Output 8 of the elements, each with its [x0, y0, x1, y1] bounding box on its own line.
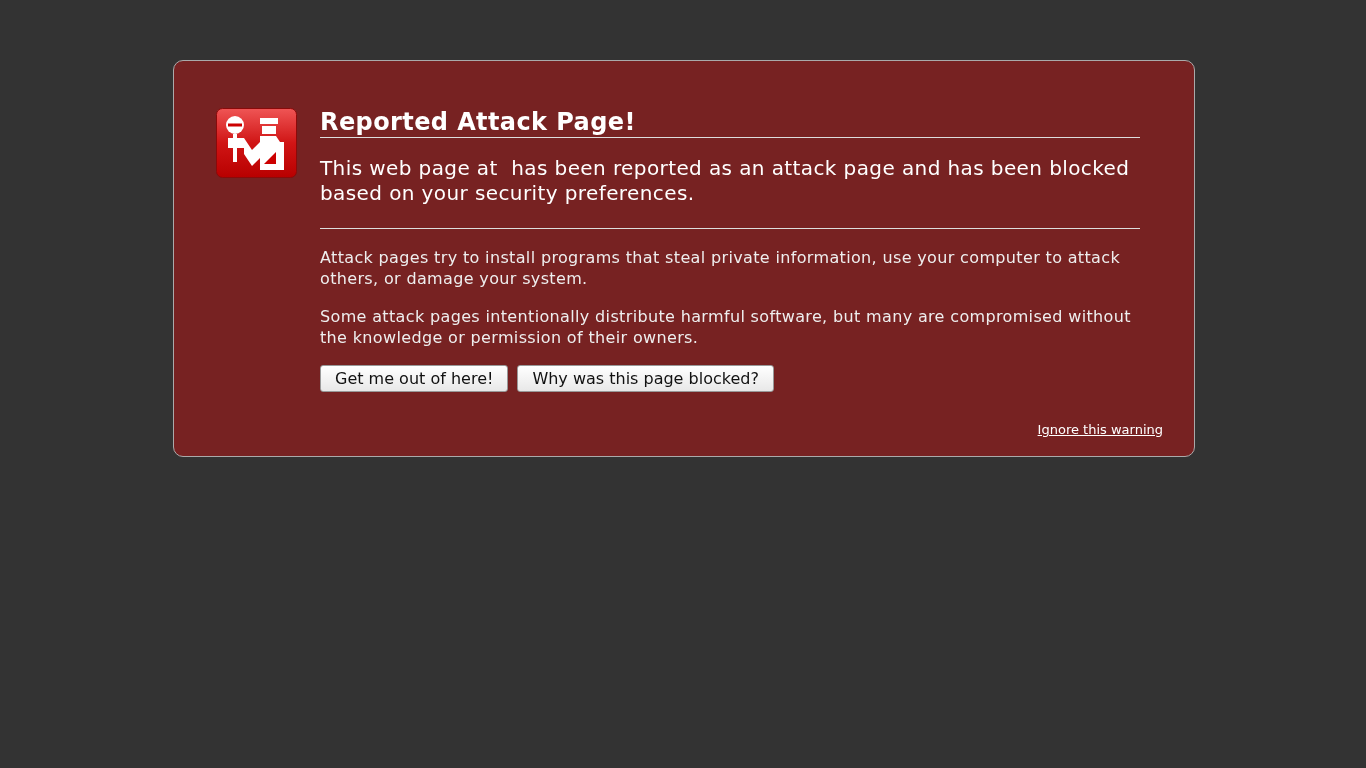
warning-message: This web page at has been reported as an attack page and has been blocked based on your security preferences.: [320, 156, 1140, 229]
description-paragraph: Attack pages try to install programs that steal private information, use your computer to attack others, or damage your system.: [320, 247, 1122, 289]
warning-title: Reported Attack Page!: [320, 108, 1140, 138]
ignore-warning-link[interactable]: Ignore this warning: [1037, 422, 1163, 437]
description-paragraph: Some attack pages intentionally distribute harmful software, but many are compromised without the knowledge or permission of their owners.: [320, 306, 1132, 348]
action-button[interactable]: Get me out of here!: [320, 365, 509, 392]
action-button[interactable]: Why was this page blocked?: [517, 365, 774, 392]
guard-icon: [216, 108, 297, 178]
